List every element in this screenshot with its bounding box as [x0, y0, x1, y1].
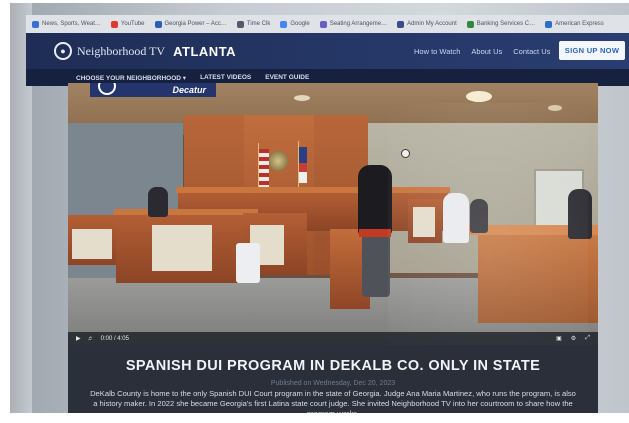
bookmark-icon — [319, 20, 327, 28]
article-date: Published on Wednesday, Dec 20, 2023 — [270, 380, 396, 387]
captions-icon[interactable]: ▣ — [556, 335, 562, 342]
person-standing — [358, 165, 392, 235]
person-shirt-stripe — [359, 229, 391, 237]
top-nav: How to Watch About Us Contact Us — [414, 33, 550, 69]
bench-top — [176, 187, 450, 193]
bookmark-icon — [32, 20, 39, 28]
bookmark-item[interactable]: News, Sports, Weat… — [32, 20, 101, 28]
monitor-bezel-bottom — [0, 413, 629, 423]
nav-how-to-watch[interactable]: How to Watch — [414, 47, 460, 56]
desk-panel — [72, 229, 112, 259]
article-title: SPANISH DUI PROGRAM IN DEKALB CO. ONLY I… — [125, 358, 541, 374]
bookmark-item[interactable]: Google — [280, 20, 310, 28]
fullscreen-icon[interactable]: ⤢ — [585, 335, 590, 342]
site-header: ● Neighborhood TV ATLANTA How to Watch A… — [26, 33, 629, 69]
bookmark-icon — [236, 20, 244, 28]
bookmark-icon — [545, 20, 553, 28]
bookmark-item[interactable]: Seating Arrangeme… — [319, 20, 387, 28]
nav-event-guide[interactable]: EVENT GUIDE — [265, 74, 309, 81]
location-tag: Decatur — [90, 83, 216, 97]
person-legs — [362, 237, 390, 297]
play-icon[interactable]: ▶ — [76, 335, 81, 342]
clerk-desk — [478, 233, 598, 323]
time-display: 0:00 / 4:05 — [100, 335, 129, 342]
person-seated-far-right — [568, 189, 592, 239]
brand-name[interactable]: Neighborhood TV — [77, 44, 165, 59]
state-flag-icon — [299, 147, 307, 183]
court-seal-icon — [268, 151, 288, 171]
person-seated-right-2 — [470, 199, 488, 233]
us-flag-icon — [259, 149, 269, 189]
sign-up-button[interactable]: SIGN UP NOW — [559, 41, 625, 60]
settings-gear-icon[interactable]: ⚙ — [571, 335, 576, 342]
google-icon — [280, 20, 288, 28]
article-section: SPANISH DUI PROGRAM IN DEKALB CO. ONLY I… — [68, 345, 598, 420]
bookmarks-bar: News, Sports, Weat… YouTube Georgia Powe… — [26, 15, 629, 33]
nav-contact-us[interactable]: Contact Us — [513, 47, 550, 56]
ceiling-light — [466, 91, 492, 102]
nav-latest-videos[interactable]: LATEST VIDEOS — [200, 74, 251, 81]
floor-fan — [236, 243, 260, 283]
ceiling-light — [548, 105, 562, 111]
bookmark-item[interactable]: Georgia Power – Acc… — [154, 20, 227, 28]
video-player[interactable]: Decatur ▶ ♬ 0:00 / 4:05 ▣ ⚙ ⤢ — [68, 83, 598, 345]
city-name[interactable]: ATLANTA — [173, 44, 236, 59]
ceiling-light — [294, 95, 310, 101]
person-seated-left — [148, 187, 168, 217]
video-controls: ▶ ♬ 0:00 / 4:05 ▣ ⚙ ⤢ — [68, 332, 598, 345]
bookmark-icon — [397, 20, 405, 28]
nav-choose-neighborhood[interactable]: CHOOSE YOUR NEIGHBORHOOD ▾ — [76, 74, 186, 82]
bookmark-icon — [466, 20, 474, 28]
youtube-icon — [110, 20, 118, 28]
bookmark-item[interactable]: American Express — [545, 20, 604, 28]
person-seated-right — [443, 193, 469, 243]
desk-top — [114, 209, 258, 215]
bookmark-item[interactable]: Banking Services C… — [466, 20, 535, 28]
bookmark-item[interactable]: YouTube — [110, 20, 145, 28]
tv-logo-icon[interactable]: ● — [54, 42, 72, 60]
controls-right: ▣ ⚙ ⤢ — [556, 332, 590, 345]
location-logo-icon — [98, 83, 116, 95]
bookmark-icon — [154, 20, 162, 28]
clock-icon — [401, 149, 410, 158]
bookmark-item[interactable]: Admin My Account — [397, 20, 457, 28]
desk-panel — [152, 225, 212, 271]
desk-panel — [413, 207, 435, 237]
volume-icon[interactable]: ♬ — [88, 336, 94, 342]
chevron-down-icon: ▾ — [182, 74, 187, 82]
bookmark-item[interactable]: Time Clk — [236, 20, 270, 28]
nav-about-us[interactable]: About Us — [471, 47, 502, 56]
